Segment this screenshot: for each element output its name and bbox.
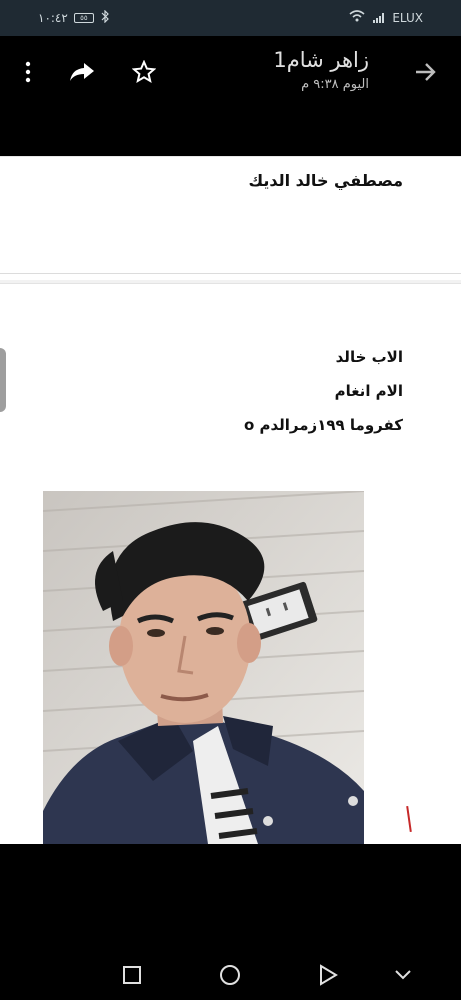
father-line: الاب خالد [335,348,403,366]
side-handle[interactable] [0,348,6,412]
status-left: ١٠:٤٢ ٥٥ [38,9,110,26]
share-icon[interactable] [66,58,98,86]
navigation-bar [0,844,461,1000]
status-right: ELUX [349,10,423,25]
signal-icon [373,12,385,23]
carrier-label: ELUX [392,10,423,25]
status-bar: ١٠:٤٢ ٥٥ ELUX [0,0,461,36]
app-bar: زاهر شام1 اليوم ٩:٣٨ م [0,36,461,156]
star-icon[interactable] [130,58,158,86]
arrow-forward-icon[interactable] [410,58,440,86]
person-photo [43,491,364,844]
divider [0,280,461,284]
mother-line: الام انغام [334,382,403,400]
conversation-title: زاهر شام1 [273,48,369,72]
circle-icon[interactable] [217,962,243,988]
clock: ١٠:٤٢ [38,11,68,25]
village-blood-line: كفروما ١٩٩زمرالدم o [243,416,403,434]
chevron-down-icon[interactable] [391,964,415,986]
sender-line: مصطفي خالد الديك [248,171,403,190]
bluetooth-icon [100,9,110,26]
message-time: اليوم ٩:٣٨ م [301,77,369,92]
triangle-icon[interactable] [316,963,340,987]
more-vert-icon[interactable] [18,58,38,86]
square-icon[interactable] [120,963,144,987]
wifi-icon [349,10,365,25]
battery-icon: ٥٥ [73,13,94,23]
message-header-box: مصطفي خالد الديك [0,156,461,274]
handwritten-mark [406,805,412,833]
message-document: مصطفي خالد الديك الاب خالد الام انغام كف… [0,156,461,844]
